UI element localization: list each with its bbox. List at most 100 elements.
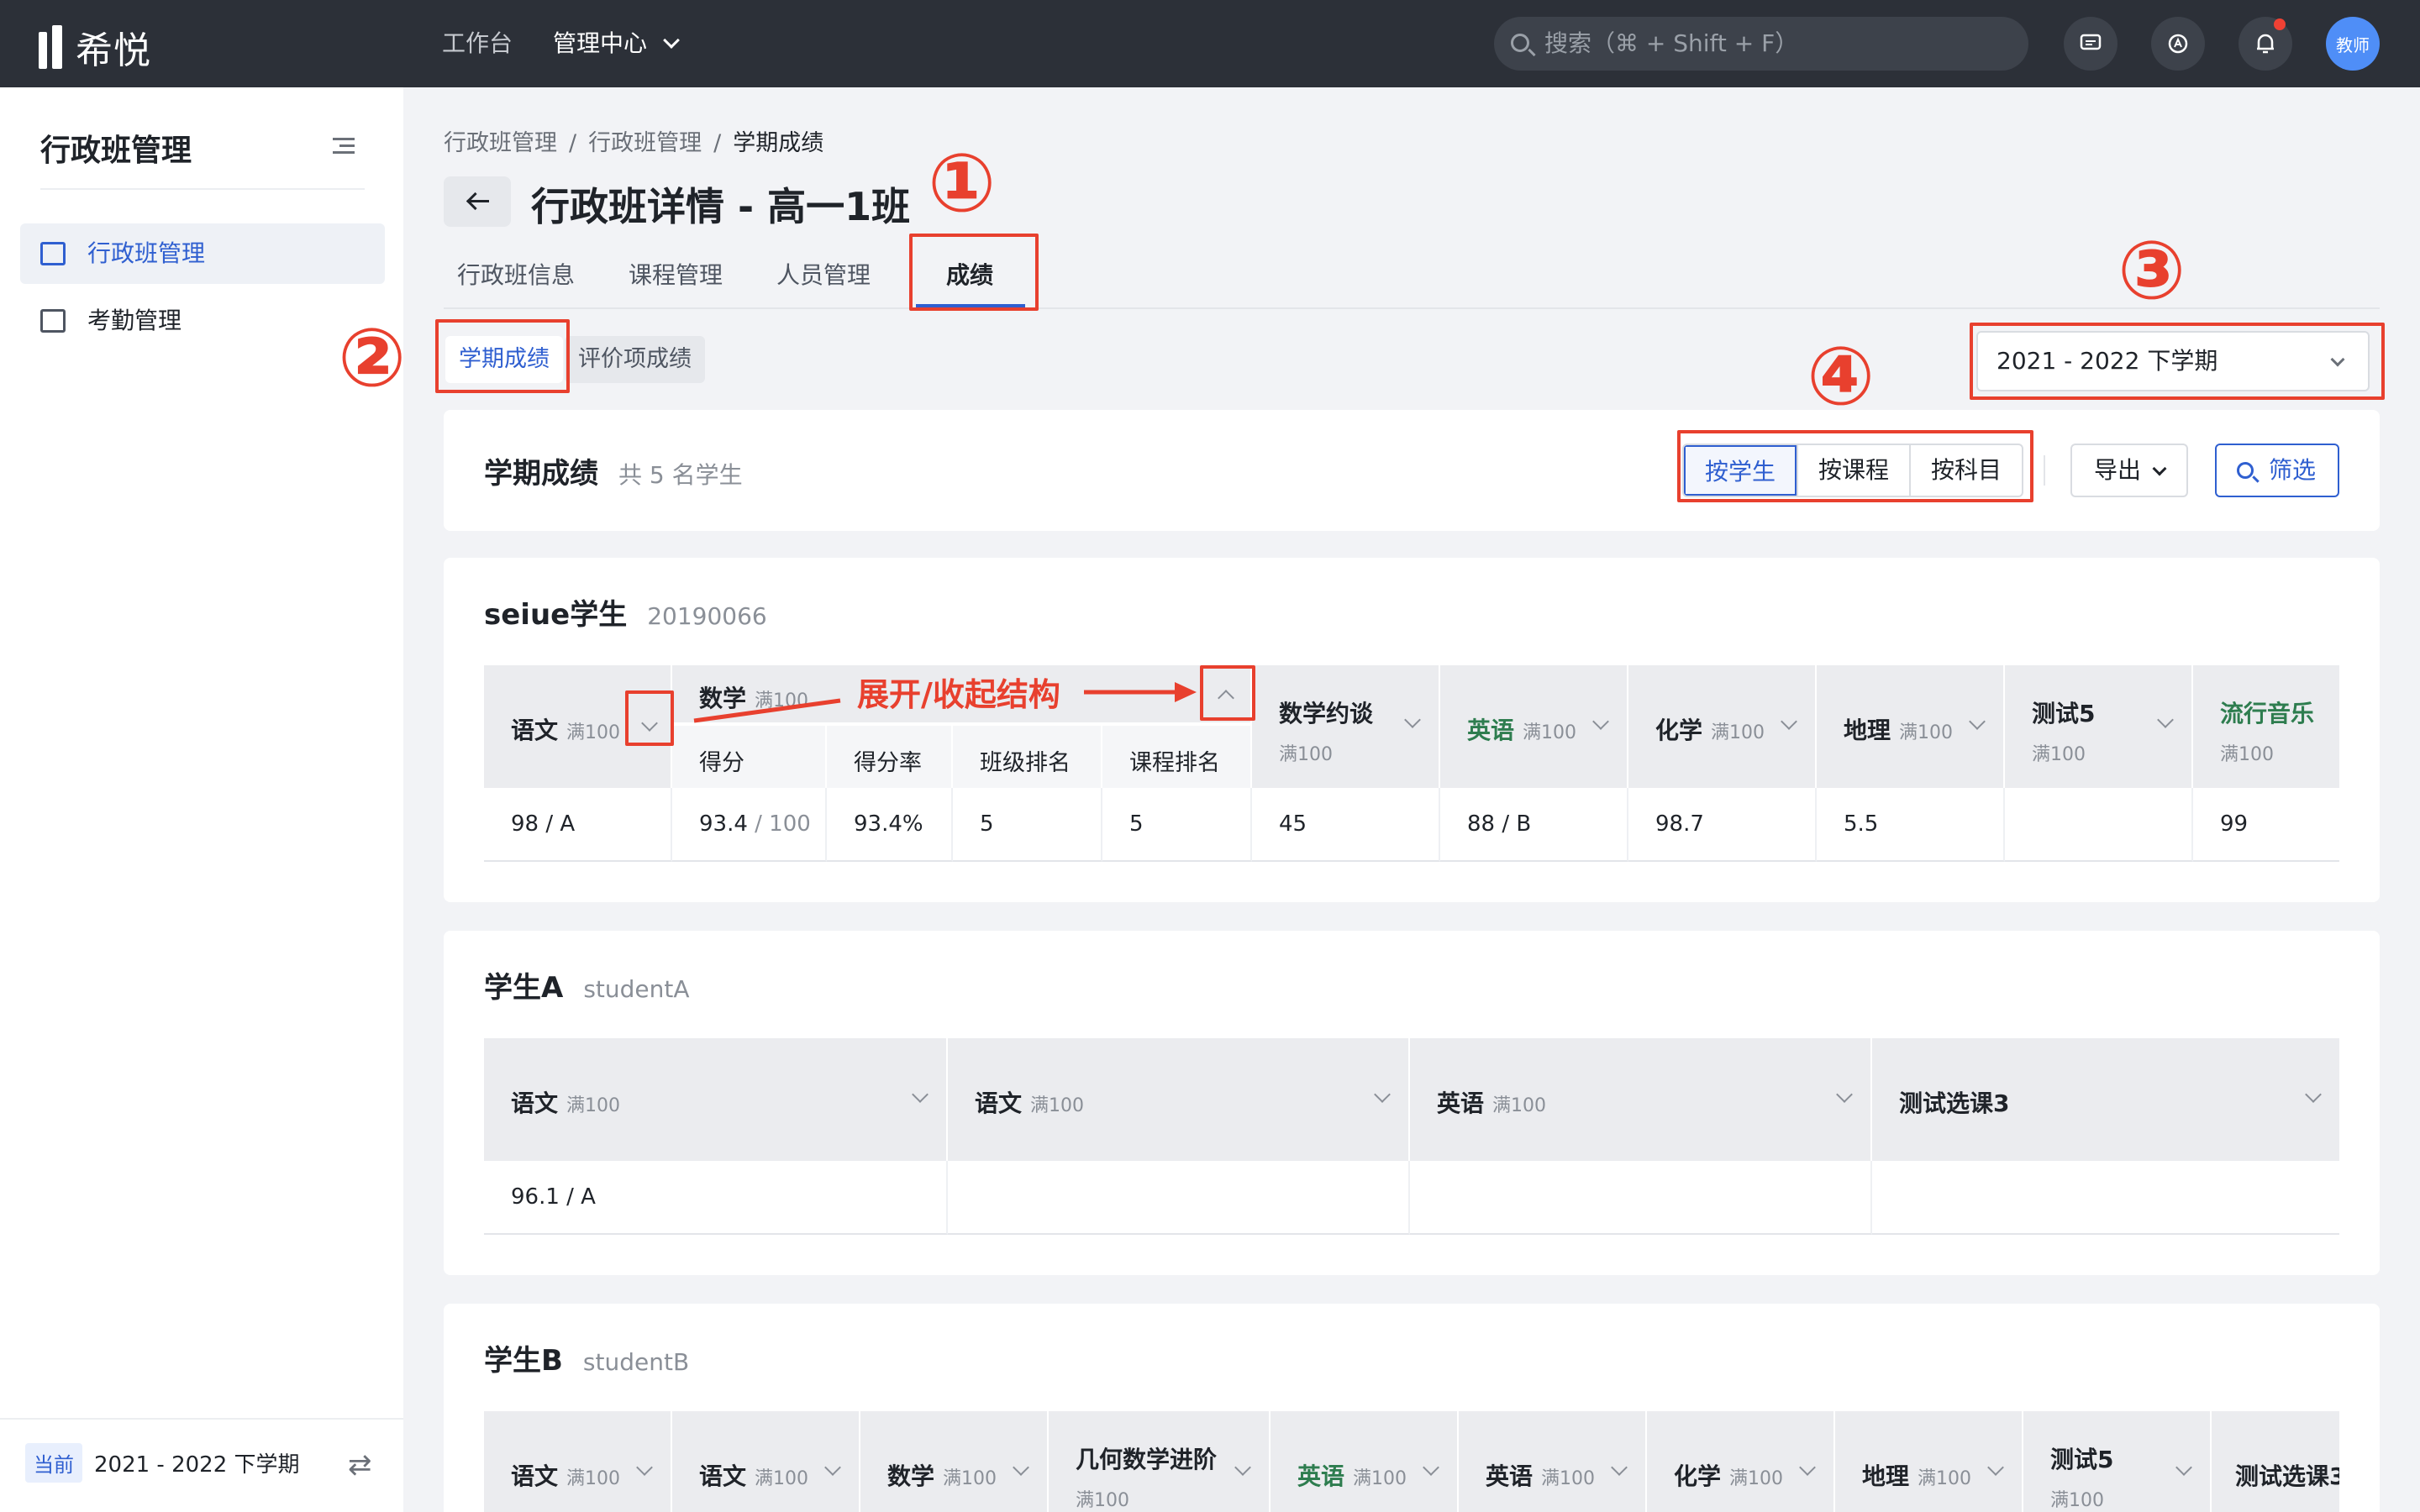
student-card: 学生A studentA 语文 满100 语文 满100 英语 满100 测试选课3 9… — [444, 931, 2380, 1275]
column-header-english[interactable]: 英语 满100 — [1440, 665, 1628, 788]
chevron-down-icon[interactable] — [2305, 1086, 2322, 1103]
export-label: 导出 — [2094, 456, 2142, 484]
nav-workbench[interactable]: 工作台 — [442, 25, 513, 59]
filter-button[interactable]: 筛选 — [2215, 444, 2340, 497]
back-button[interactable] — [444, 176, 511, 227]
export-button[interactable]: 导出 — [2070, 444, 2189, 497]
column-name: 测试5 — [2050, 1446, 2114, 1473]
notification-dot — [2274, 18, 2286, 30]
class-list-icon — [40, 242, 66, 265]
student-card: seiue学生 20190066 语文 满100 数学 满100 得分 得分率 班级排… — [444, 558, 2380, 902]
column-header-test-course-3[interactable]: 测试选课3 — [1872, 1038, 2339, 1161]
student-name: 学生B — [484, 1344, 563, 1378]
column-full-score: 满100 — [1492, 1095, 1547, 1116]
column-header[interactable]: 英语 满100 — [1459, 1411, 1647, 1512]
chevron-down-icon[interactable] — [1404, 711, 1421, 728]
sidebar-item-attendance[interactable]: 考勤管理 — [20, 291, 385, 351]
column-header-english[interactable]: 英语 满100 — [1410, 1038, 1872, 1161]
column-header[interactable]: 语文 满100 — [484, 1411, 672, 1512]
column-full-score: 满100 — [566, 1095, 621, 1116]
column-full-score: 满100 — [1711, 722, 1765, 743]
column-name: 测试选课3 — [2235, 1462, 2339, 1490]
switch-semester-icon[interactable]: ⇄ — [348, 1448, 372, 1482]
notification-bell-icon[interactable] — [2238, 17, 2292, 71]
brand-name: 希悦 — [76, 29, 151, 72]
top-bar: 希悦 工作台 管理中心 搜索（⌘ + Shift + F） 教师 — [0, 0, 2420, 87]
chevron-down-icon[interactable] — [2175, 1459, 2192, 1476]
column-full-score: 满100 — [943, 1468, 997, 1489]
grade-table: 语文 满100 语文 满100 数学 满100 几何数学进阶 满100 英语 满100 英… — [484, 1411, 2339, 1512]
chevron-down-icon[interactable] — [1013, 1459, 1029, 1476]
column-name: 英语 — [1467, 717, 1515, 744]
subcolumn-score-rate: 得分率 — [827, 726, 953, 788]
column-header[interactable]: 几何数学进阶 满100 — [1049, 1411, 1270, 1512]
column-header[interactable]: 地理 满100 — [1835, 1411, 2023, 1512]
grade-cell — [1872, 1161, 2339, 1235]
column-header[interactable]: 语文 满100 — [672, 1411, 860, 1512]
annotation-number: ② — [338, 311, 407, 405]
column-full-score: 满100 — [566, 1468, 621, 1489]
breadcrumb-current: 学期成绩 — [733, 130, 824, 156]
tabs-divider — [444, 307, 2380, 309]
math-score: 93.4 — [699, 811, 748, 837]
annotation-number: ④ — [1807, 329, 1876, 423]
column-name: 地理 — [1844, 717, 1891, 744]
chevron-down-icon[interactable] — [1836, 1086, 1853, 1103]
collapse-sidebar-icon[interactable] — [333, 138, 355, 155]
column-header[interactable]: 数学 满100 — [860, 1411, 1049, 1512]
chevron-down-icon[interactable] — [1987, 1459, 2004, 1476]
page-title: 行政班详情 - 高一1班 — [531, 184, 911, 229]
column-full-score: 满100 — [1541, 1468, 1596, 1489]
breadcrumb-item[interactable]: 行政班管理 — [444, 130, 557, 156]
chevron-down-icon[interactable] — [1374, 1086, 1391, 1103]
student-id: studentB — [582, 1348, 690, 1376]
column-header[interactable]: 英语 满100 — [1270, 1411, 1459, 1512]
chevron-down-icon[interactable] — [1234, 1459, 1251, 1476]
student-name: 学生A — [484, 971, 564, 1005]
column-name: 语文 — [511, 1089, 559, 1117]
tab-class-info[interactable]: 行政班信息 — [457, 257, 575, 291]
column-header-math-talk[interactable]: 数学约谈 满100 — [1252, 665, 1440, 788]
chevron-down-icon[interactable] — [824, 1459, 841, 1476]
chevron-down-icon[interactable] — [636, 1459, 653, 1476]
annotation-box — [435, 319, 570, 393]
chevron-down-icon[interactable] — [1799, 1459, 1816, 1476]
column-header-chemistry[interactable]: 化学 满100 — [1628, 665, 1817, 788]
column-header[interactable]: 测试5 满100 — [2023, 1411, 2212, 1512]
chevron-down-icon[interactable] — [1969, 713, 1986, 730]
brand-logo[interactable]: 希悦 — [39, 20, 151, 74]
nav-admin-center[interactable]: 管理中心 — [553, 25, 680, 59]
student-header: 学生A studentA — [484, 964, 690, 1005]
search-input[interactable]: 搜索（⌘ + Shift + F） — [1494, 17, 2028, 71]
annotation-label: 展开/收起结构 — [857, 676, 1060, 713]
search-placeholder: 搜索（⌘ + Shift + F） — [1544, 29, 1799, 57]
app-store-icon[interactable] — [2151, 17, 2205, 71]
tab-people-management[interactable]: 人员管理 — [776, 257, 871, 291]
current-semester-label: 2021 - 2022 下学期 — [94, 1452, 300, 1478]
column-name: 语文 — [975, 1089, 1023, 1117]
sidebar-item-class-management[interactable]: 行政班管理 — [20, 223, 385, 284]
column-header-geography[interactable]: 地理 满100 — [1817, 665, 2005, 788]
chevron-down-icon[interactable] — [1781, 713, 1797, 730]
tab-course-management[interactable]: 课程管理 — [629, 257, 723, 291]
column-header-pop-music[interactable]: 流行音乐 满100 — [2193, 665, 2339, 788]
chevron-down-icon[interactable] — [1592, 713, 1609, 730]
column-header[interactable]: 测试选课3 — [2212, 1411, 2339, 1512]
chevron-down-icon[interactable] — [1611, 1459, 1628, 1476]
avatar[interactable]: 教师 — [2326, 17, 2380, 71]
student-card: 学生B studentB 语文 满100 语文 满100 数学 满100 几何数学进阶满… — [444, 1304, 2380, 1512]
message-icon[interactable] — [2064, 17, 2118, 71]
breadcrumb-item[interactable]: 行政班管理 — [588, 130, 702, 156]
subtab-evaluation-grades[interactable]: 评价项成绩 — [565, 336, 705, 383]
chevron-down-icon[interactable] — [2157, 711, 2174, 728]
chevron-down-icon[interactable] — [1423, 1459, 1439, 1476]
column-header-yuwen[interactable]: 语文 满100 — [484, 1038, 948, 1161]
summary-title-text: 学期成绩 — [484, 457, 598, 491]
grade-cell: 98.7 — [1628, 788, 1817, 862]
sidebar: 行政班管理 行政班管理 考勤管理 当前 2021 - 2022 下学期 ⇄ — [0, 87, 403, 1512]
column-header-test5[interactable]: 测试5 满100 — [2005, 665, 2193, 788]
chevron-down-icon[interactable] — [912, 1086, 929, 1103]
column-header-yuwen-2[interactable]: 语文 满100 — [948, 1038, 1410, 1161]
sidebar-title: 行政班管理 — [40, 134, 192, 168]
column-header[interactable]: 化学 满100 — [1647, 1411, 1835, 1512]
